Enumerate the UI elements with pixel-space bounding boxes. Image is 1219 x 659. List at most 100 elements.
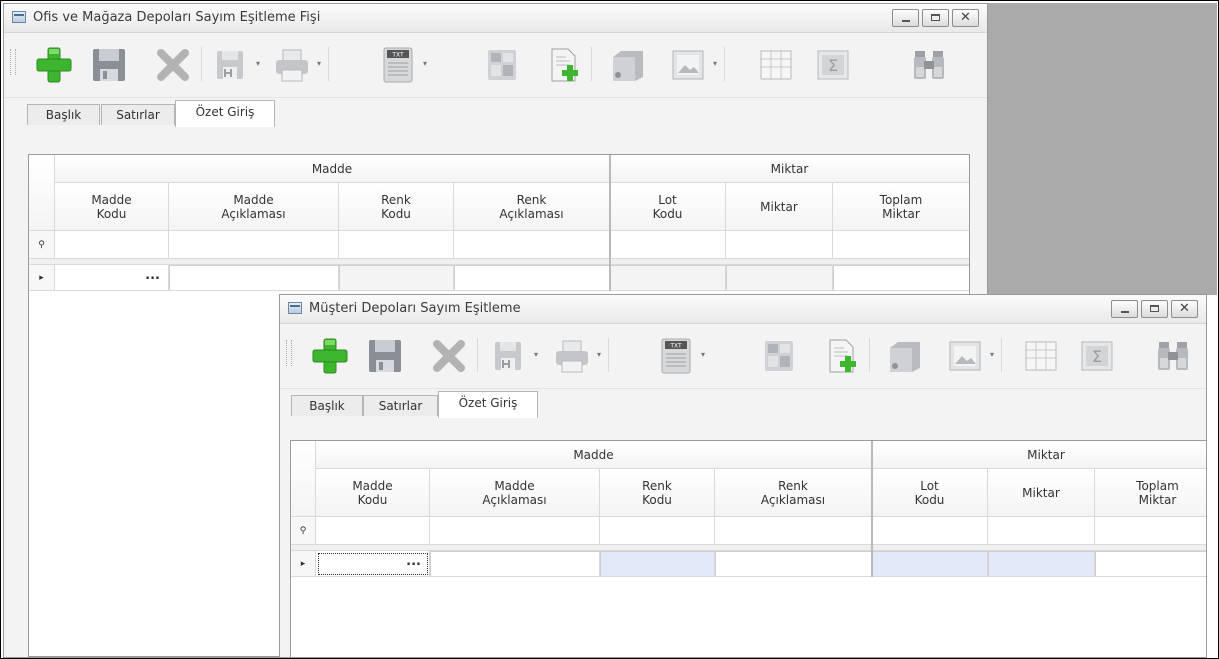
chevron-down-icon[interactable]: ▾ [315, 59, 323, 68]
new-row-cell[interactable] [715, 551, 872, 577]
binoculars-button[interactable] [1153, 336, 1193, 376]
print-button[interactable] [272, 45, 312, 85]
new-row-cell[interactable] [833, 265, 969, 291]
new-row-cell[interactable] [600, 551, 715, 577]
col-renk-kodu[interactable]: Renk Kodu [600, 469, 715, 517]
toolbar-grip[interactable] [286, 340, 292, 366]
filter-cell[interactable] [600, 517, 715, 545]
delete-button[interactable] [153, 45, 193, 85]
new-row-cell[interactable] [339, 265, 454, 291]
col-lot-kodu[interactable]: Lot Kodu [872, 469, 988, 517]
save-button[interactable] [365, 336, 405, 376]
new-row-cell[interactable] [726, 265, 833, 291]
filter-cell[interactable] [55, 231, 169, 259]
col-toplam-miktar[interactable]: Toplam Miktar [833, 183, 969, 231]
col-renk-aciklamasi[interactable]: Renk Açıklaması [715, 469, 872, 517]
table-layout-button[interactable] [756, 45, 796, 85]
filter-cell[interactable] [715, 517, 872, 545]
row-indicator[interactable]: ▸ [29, 265, 55, 291]
filter-cell[interactable] [339, 231, 454, 259]
new-row-cell[interactable] [872, 551, 988, 577]
sum-button[interactable]: Σ [813, 45, 853, 85]
new-row-cell[interactable] [454, 265, 610, 291]
txt-export-button[interactable]: TXT [378, 45, 418, 85]
tab-satirlar[interactable]: Satırlar [101, 104, 175, 125]
archive-box-button[interactable] [608, 45, 648, 85]
save-as-button[interactable] [489, 336, 529, 376]
band-header-miktar[interactable]: Miktar [610, 155, 969, 183]
new-document-button[interactable] [543, 45, 583, 85]
image-button[interactable] [668, 45, 708, 85]
filter-cell[interactable] [610, 231, 726, 259]
chevron-down-icon[interactable]: ▾ [595, 350, 603, 359]
title-bar[interactable]: Müşteri Depoları Sayım Eşitleme ✕ [280, 295, 1206, 324]
save-as-button[interactable] [211, 45, 251, 85]
filter-cell[interactable] [169, 231, 339, 259]
maximize-button[interactable] [922, 9, 949, 27]
chevron-down-icon[interactable]: ▾ [988, 350, 996, 359]
filter-cell[interactable] [316, 517, 430, 545]
ellipsis-button[interactable]: ... [406, 554, 421, 569]
new-row-cell[interactable] [430, 551, 600, 577]
filter-cell[interactable] [430, 517, 600, 545]
title-bar[interactable]: Ofis ve Mağaza Depoları Sayım Eşitleme F… [4, 4, 987, 33]
tab-baslik[interactable]: Başlık [27, 104, 100, 125]
new-document-button[interactable] [821, 336, 861, 376]
band-header-madde[interactable]: Madde [55, 155, 610, 183]
save-button[interactable] [89, 45, 129, 85]
ellipsis-button[interactable]: ... [145, 268, 160, 283]
filter-cell[interactable] [988, 517, 1095, 545]
sum-button[interactable]: Σ [1077, 336, 1117, 376]
filter-cell[interactable] [872, 517, 988, 545]
col-madde-kodu[interactable]: Madde Kodu [316, 469, 430, 517]
col-renk-kodu[interactable]: Renk Kodu [339, 183, 454, 231]
filter-cell[interactable] [726, 231, 833, 259]
new-row-cell[interactable] [1095, 551, 1206, 577]
col-renk-aciklamasi[interactable]: Renk Açıklaması [454, 183, 610, 231]
image-button[interactable] [945, 336, 985, 376]
minimize-button[interactable] [892, 9, 919, 27]
filter-cell[interactable] [454, 231, 610, 259]
binoculars-button[interactable] [909, 45, 949, 85]
col-lot-kodu[interactable]: Lot Kodu [610, 183, 726, 231]
tab-baslik[interactable]: Başlık [291, 395, 363, 416]
maximize-button[interactable] [1141, 300, 1168, 318]
close-button[interactable]: ✕ [1171, 300, 1198, 318]
new-row-cell[interactable]: ... [316, 551, 430, 577]
col-miktar[interactable]: Miktar [988, 469, 1095, 517]
band-header-madde[interactable]: Madde [316, 441, 872, 469]
calculator-button[interactable] [482, 45, 522, 85]
toolbar-grip[interactable] [10, 49, 16, 75]
new-row-cell[interactable] [169, 265, 339, 291]
delete-button[interactable] [429, 336, 469, 376]
chevron-down-icon[interactable]: ▾ [421, 59, 429, 68]
col-miktar[interactable]: Miktar [726, 183, 833, 231]
col-toplam-miktar[interactable]: Toplam Miktar [1095, 469, 1206, 517]
calculator-button[interactable] [759, 336, 799, 376]
close-button[interactable]: ✕ [952, 9, 979, 27]
col-madde-aciklamasi[interactable]: Madde Açıklaması [430, 469, 600, 517]
col-madde-kodu[interactable]: Madde Kodu [55, 183, 169, 231]
row-indicator[interactable]: ▸ [291, 551, 316, 577]
print-button[interactable] [552, 336, 592, 376]
minimize-button[interactable] [1111, 300, 1138, 318]
tab-ozet-giris[interactable]: Özet Giriş [175, 100, 275, 127]
add-button[interactable] [310, 336, 350, 376]
table-layout-button[interactable] [1021, 336, 1061, 376]
tab-ozet-giris[interactable]: Özet Giriş [438, 391, 538, 418]
chevron-down-icon[interactable]: ▾ [711, 59, 719, 68]
chevron-down-icon[interactable]: ▾ [254, 59, 262, 68]
new-row-cell[interactable]: ... [55, 265, 169, 291]
new-row-cell[interactable] [610, 265, 726, 291]
col-madde-aciklamasi[interactable]: Madde Açıklaması [169, 183, 339, 231]
chevron-down-icon[interactable]: ▾ [532, 350, 540, 359]
filter-cell[interactable] [833, 231, 969, 259]
add-button[interactable] [34, 45, 74, 85]
filter-cell[interactable] [1095, 517, 1206, 545]
archive-box-button[interactable] [885, 336, 925, 376]
txt-export-button[interactable]: TXT [656, 336, 696, 376]
new-row-cell[interactable] [988, 551, 1095, 577]
tab-satirlar[interactable]: Satırlar [363, 395, 438, 416]
band-header-miktar[interactable]: Miktar [872, 441, 1206, 469]
chevron-down-icon[interactable]: ▾ [699, 350, 707, 359]
